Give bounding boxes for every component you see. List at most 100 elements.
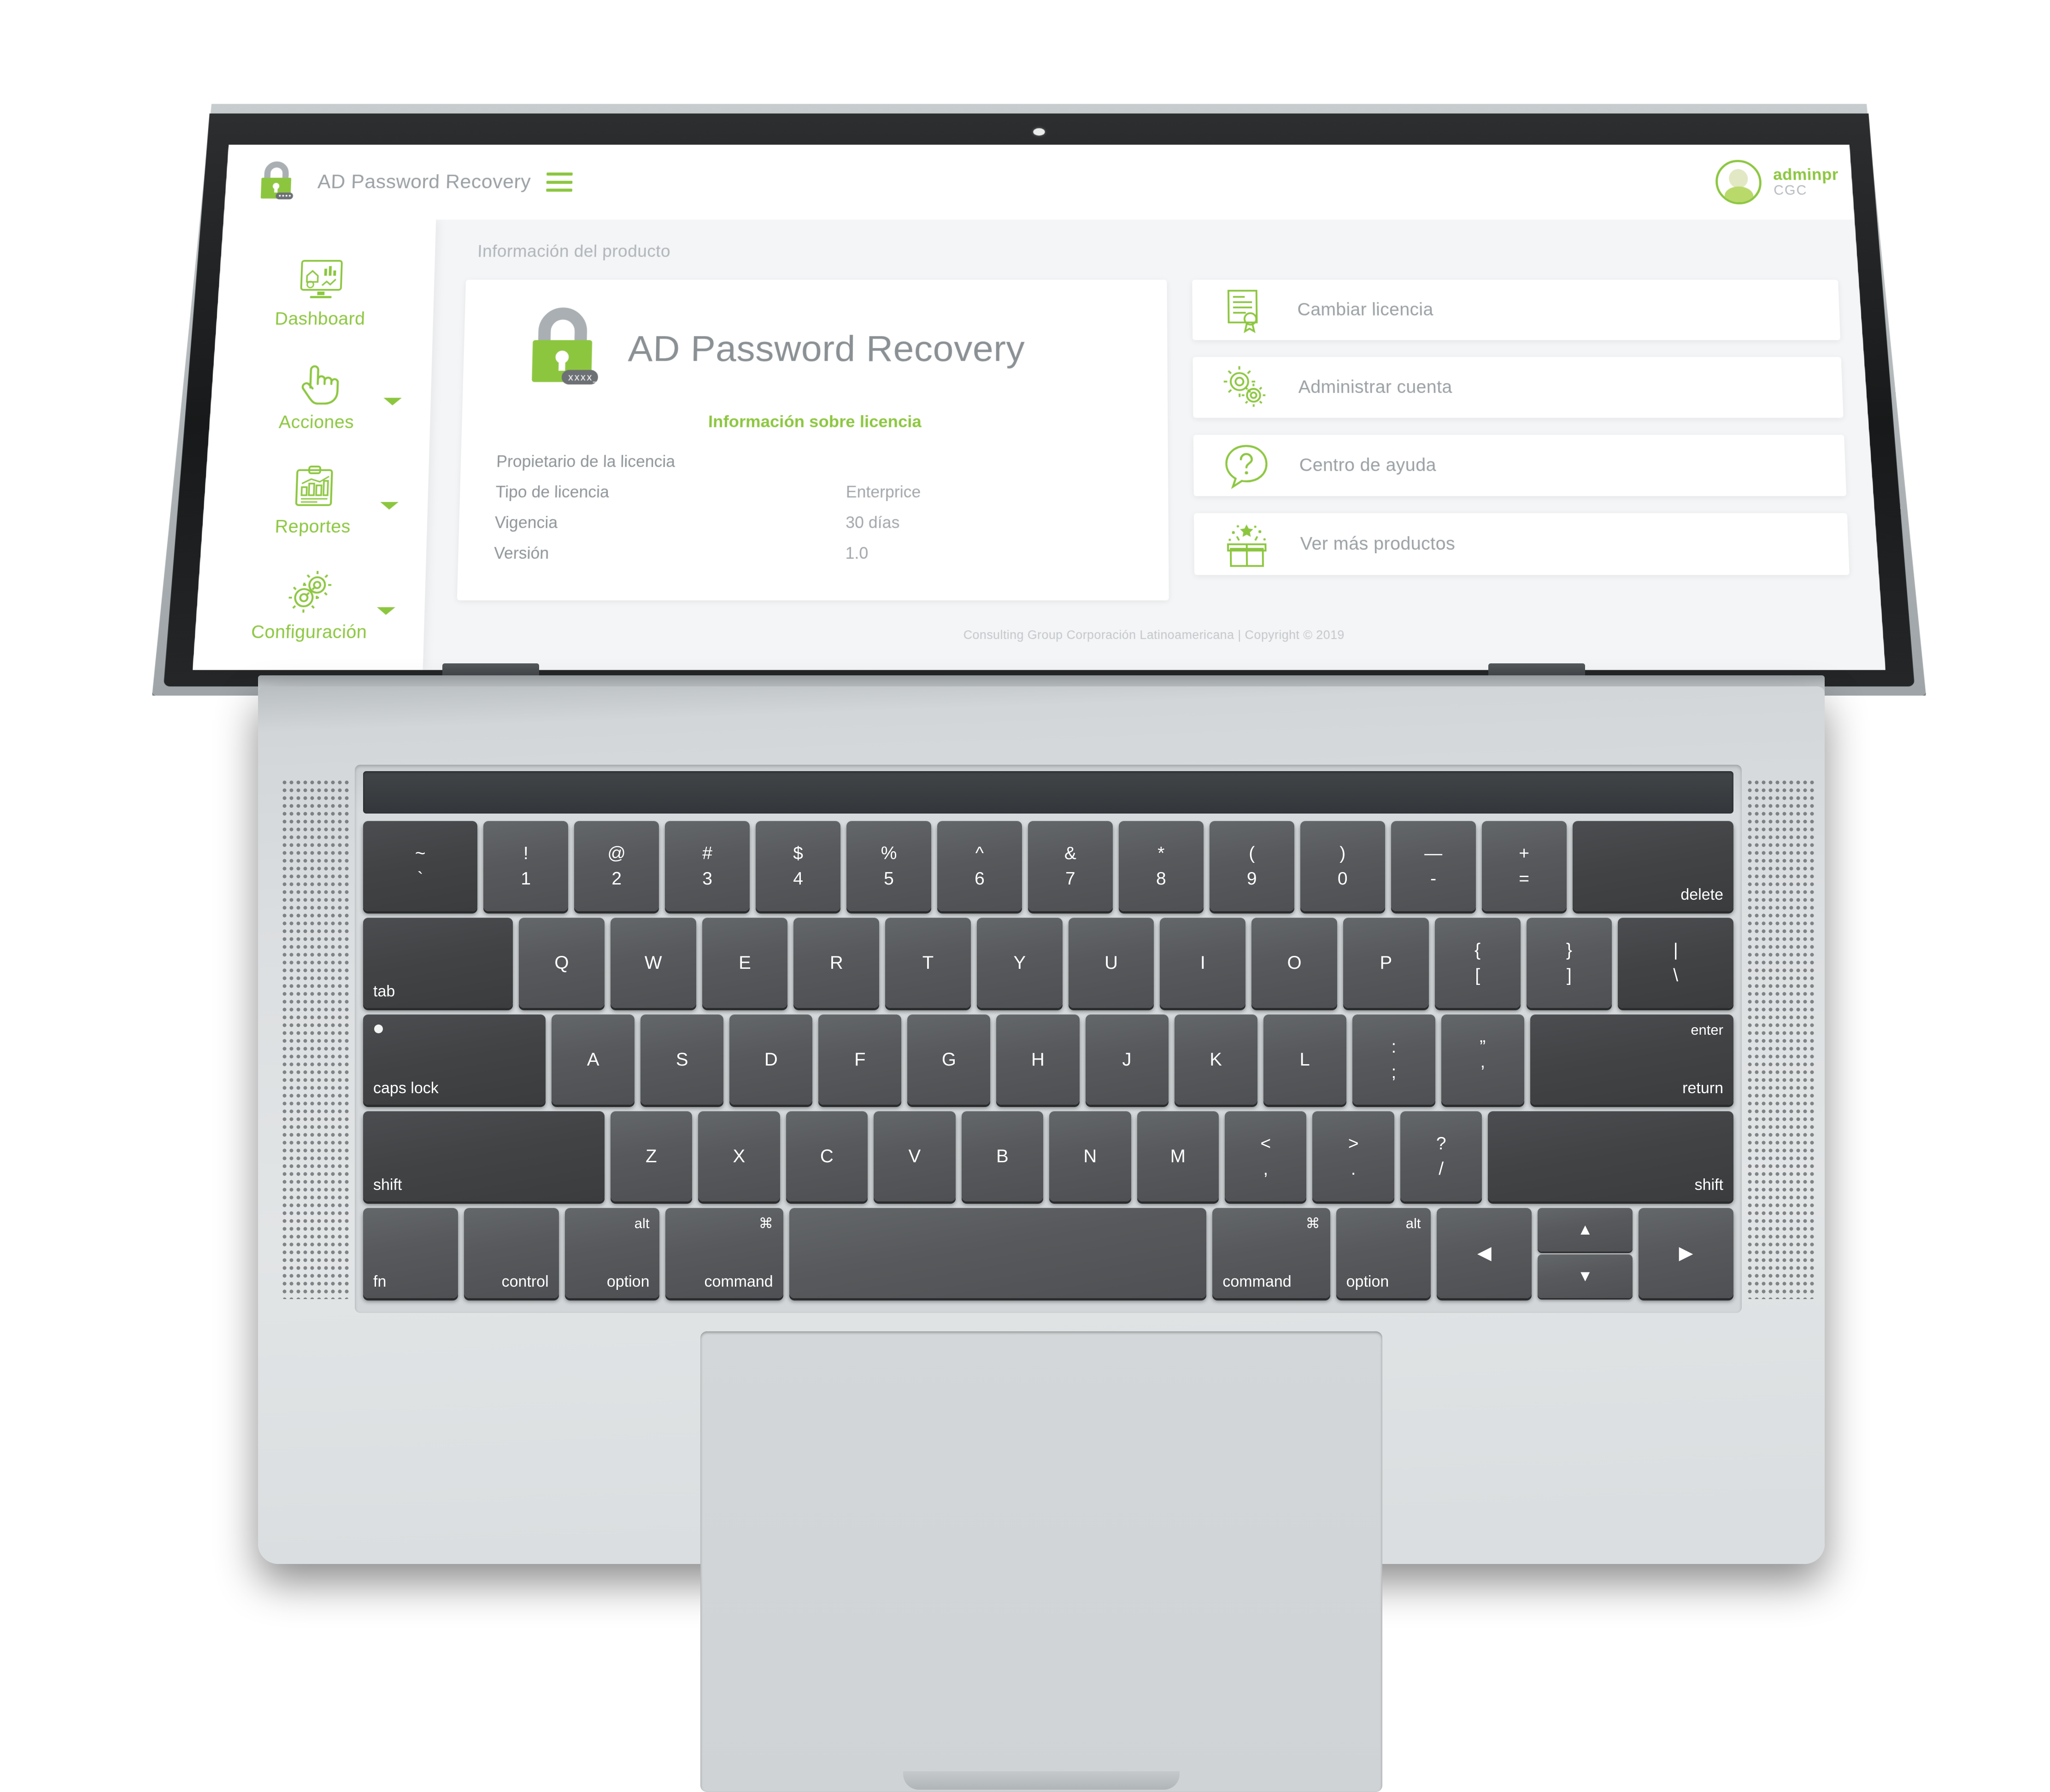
touch-bar[interactable] [363,771,1733,814]
key-key[interactable]: >. [1312,1111,1394,1201]
sidebar-item-label: Acciones [202,412,430,433]
key-space[interactable] [789,1208,1207,1298]
key-h[interactable]: H [996,1014,1079,1105]
key-r[interactable]: R [793,918,879,1008]
app-title: AD Password Recovery [317,171,531,193]
keyboard-row: shiftZXCVBNM<,>.?/shift [363,1111,1733,1201]
key-y[interactable]: Y [977,918,1063,1008]
key-fn[interactable]: fn [363,1208,458,1298]
key-g[interactable]: G [907,1014,990,1105]
key-x[interactable]: X [698,1111,780,1201]
key-s[interactable]: S [640,1014,723,1105]
key-command[interactable]: ⌘command [665,1208,783,1298]
key-key[interactable]: }] [1527,918,1612,1008]
key-f[interactable]: F [818,1014,901,1105]
sidebar-item-label: Configuración [194,622,424,643]
key-k[interactable]: K [1175,1014,1257,1105]
key-control[interactable]: control [464,1208,559,1298]
sidebar-item-dashboard[interactable]: Dashboard [206,240,435,342]
key-0[interactable]: )0 [1300,821,1385,911]
key-arrow-down[interactable]: ▼ [1538,1254,1633,1298]
key-key[interactable]: —- [1391,821,1476,911]
sidebar: Dashboard Acciones [193,220,436,670]
key-o[interactable]: O [1251,918,1337,1008]
trackpad[interactable] [700,1331,1382,1792]
key-5[interactable]: %5 [846,821,931,911]
key-7[interactable]: &7 [1028,821,1113,911]
key-e[interactable]: E [702,918,788,1008]
user-org: CGC [1774,183,1839,198]
key-w[interactable]: W [611,918,696,1008]
webcam-icon [1033,128,1045,135]
key-delete[interactable]: delete [1573,821,1733,911]
question-bubble-icon [1221,440,1272,491]
gears-icon [1220,363,1271,412]
chevron-down-icon[interactable] [380,502,399,509]
key-n[interactable]: N [1049,1111,1131,1201]
action-cambiar-licencia[interactable]: Cambiar licencia [1192,280,1840,340]
key-option[interactable]: altoption [565,1208,660,1298]
table-row: Versión 1.0 [493,538,1133,569]
action-ver-mas-productos[interactable]: Ver más productos [1194,513,1850,575]
key-key[interactable]: ~` [363,821,477,911]
product-info-card: xxxx_ AD Password Recovery Información s… [457,280,1169,600]
keyboard-row: caps lockASDFGHJKL:;”’enterreturn [363,1014,1733,1105]
sidebar-item-acciones[interactable]: Acciones [202,342,433,446]
key-b[interactable]: B [962,1111,1043,1201]
hamburger-menu-icon[interactable] [546,173,573,192]
license-section-title: Información sobre licencia [497,412,1132,431]
key-p[interactable]: P [1343,918,1429,1008]
key-2[interactable]: @2 [574,821,659,911]
sidebar-item-reportes[interactable]: Reportes [198,446,429,550]
sidebar-item-configuracion[interactable]: Configuración [193,550,426,656]
key-l[interactable]: L [1263,1014,1346,1105]
key-key[interactable]: += [1482,821,1567,911]
action-administrar-cuenta[interactable]: Administrar cuenta [1193,357,1844,418]
key-key[interactable]: :; [1352,1014,1435,1105]
key-q[interactable]: Q [519,918,605,1008]
table-row: Propietario de la licencia [496,446,1132,477]
padlock-icon [255,161,298,203]
key-shift[interactable]: shift [1488,1111,1733,1201]
key-4[interactable]: $4 [756,821,840,911]
key-z[interactable]: Z [611,1111,692,1201]
key-v[interactable]: V [874,1111,955,1201]
chevron-down-icon[interactable] [377,607,395,615]
key-3[interactable]: #3 [665,821,750,911]
key-return[interactable]: enterreturn [1530,1014,1733,1105]
action-centro-de-ayuda[interactable]: Centro de ayuda [1193,435,1846,496]
key-shift[interactable]: shift [363,1111,605,1201]
key-key[interactable]: ?/ [1400,1111,1482,1201]
key-i[interactable]: I [1160,918,1245,1008]
page-title: Información del producto [477,242,1838,261]
key-8[interactable]: *8 [1119,821,1204,911]
key-key[interactable]: ◀ [1437,1208,1532,1298]
key-key[interactable]: <, [1225,1111,1306,1201]
app-header: AD Password Recovery adminpr CGC [211,145,1868,220]
key-key[interactable]: |\ [1618,918,1733,1008]
key-j[interactable]: J [1086,1014,1169,1105]
key-command[interactable]: ⌘command [1212,1208,1330,1298]
key-d[interactable]: D [729,1014,812,1105]
key-u[interactable]: U [1069,918,1154,1008]
key-6[interactable]: ^6 [937,821,1022,911]
caps-lock-indicator-icon [374,1025,383,1033]
key-c[interactable]: C [786,1111,868,1201]
key-key[interactable]: ▶ [1639,1208,1733,1298]
key-tab[interactable]: tab [363,918,513,1008]
key-a[interactable]: A [552,1014,634,1105]
user-menu[interactable]: adminpr CGC [1715,160,1839,204]
key-key[interactable]: {[ [1435,918,1521,1008]
key-1[interactable]: !1 [483,821,568,911]
key-m[interactable]: M [1137,1111,1219,1201]
key-t[interactable]: T [885,918,971,1008]
key-key[interactable]: ”’ [1441,1014,1524,1105]
key-arrow-up[interactable]: ▲ [1538,1208,1633,1252]
dashboard-monitor-icon [207,255,435,306]
chevron-down-icon[interactable] [383,398,402,405]
svg-text:xxxx_: xxxx_ [568,372,600,383]
key-9[interactable]: (9 [1210,821,1294,911]
laptop-mockup: AD Password Recovery adminpr CGC [0,0,2050,1780]
key-option[interactable]: altoption [1336,1208,1431,1298]
key-caps-lock[interactable]: caps lock [363,1014,546,1105]
